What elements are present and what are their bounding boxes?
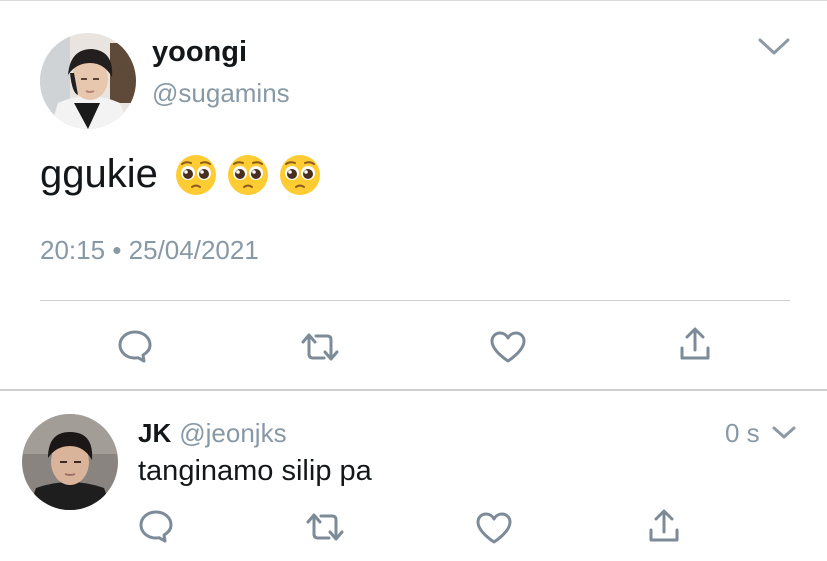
retweet-button[interactable] — [305, 510, 345, 544]
author-handle[interactable]: @sugamins — [152, 78, 290, 109]
tweet-text: ggukie — [40, 152, 330, 197]
reply-icon — [139, 510, 173, 543]
pleading-face-icon — [279, 154, 320, 195]
tweet-timestamp[interactable]: 20:15 • 25/04/2021 — [40, 235, 259, 266]
share-icon — [680, 327, 710, 360]
author-name[interactable]: yoongi — [152, 36, 247, 69]
tweet-date: 25/04/2021 — [128, 235, 259, 265]
pleading-face-icon — [175, 154, 216, 195]
reply-text: tanginamo silip pa — [138, 455, 372, 487]
reply-header: JK @jeonjks — [138, 418, 287, 449]
meta-separator: • — [112, 235, 122, 265]
chevron-down-icon[interactable] — [771, 424, 797, 442]
retweet-icon — [306, 513, 344, 541]
reply-author-handle[interactable]: @jeonjks — [179, 418, 286, 449]
heart-icon — [476, 512, 512, 544]
avatar[interactable] — [40, 33, 136, 129]
section-divider — [0, 389, 827, 391]
reply-author-name[interactable]: JK — [138, 418, 171, 449]
tweet-time: 20:15 — [40, 235, 106, 265]
top-divider — [0, 0, 827, 1]
retweet-button[interactable] — [300, 330, 340, 364]
reply-button[interactable] — [138, 508, 174, 544]
reply-avatar[interactable] — [22, 414, 118, 510]
share-button[interactable] — [648, 508, 680, 544]
tweet-text-words: ggukie — [40, 152, 158, 196]
like-button[interactable] — [489, 330, 527, 364]
heart-icon — [490, 331, 526, 363]
share-button[interactable] — [679, 326, 711, 362]
reply-time[interactable]: 0 s — [725, 418, 760, 449]
like-button[interactable] — [475, 511, 513, 545]
retweet-icon — [301, 333, 339, 361]
chevron-down-icon[interactable] — [757, 36, 791, 58]
share-icon — [649, 509, 679, 542]
pleading-face-icon — [227, 154, 268, 195]
reply-icon — [118, 330, 152, 363]
reply-button[interactable] — [117, 328, 153, 364]
tweet-divider — [40, 300, 790, 301]
